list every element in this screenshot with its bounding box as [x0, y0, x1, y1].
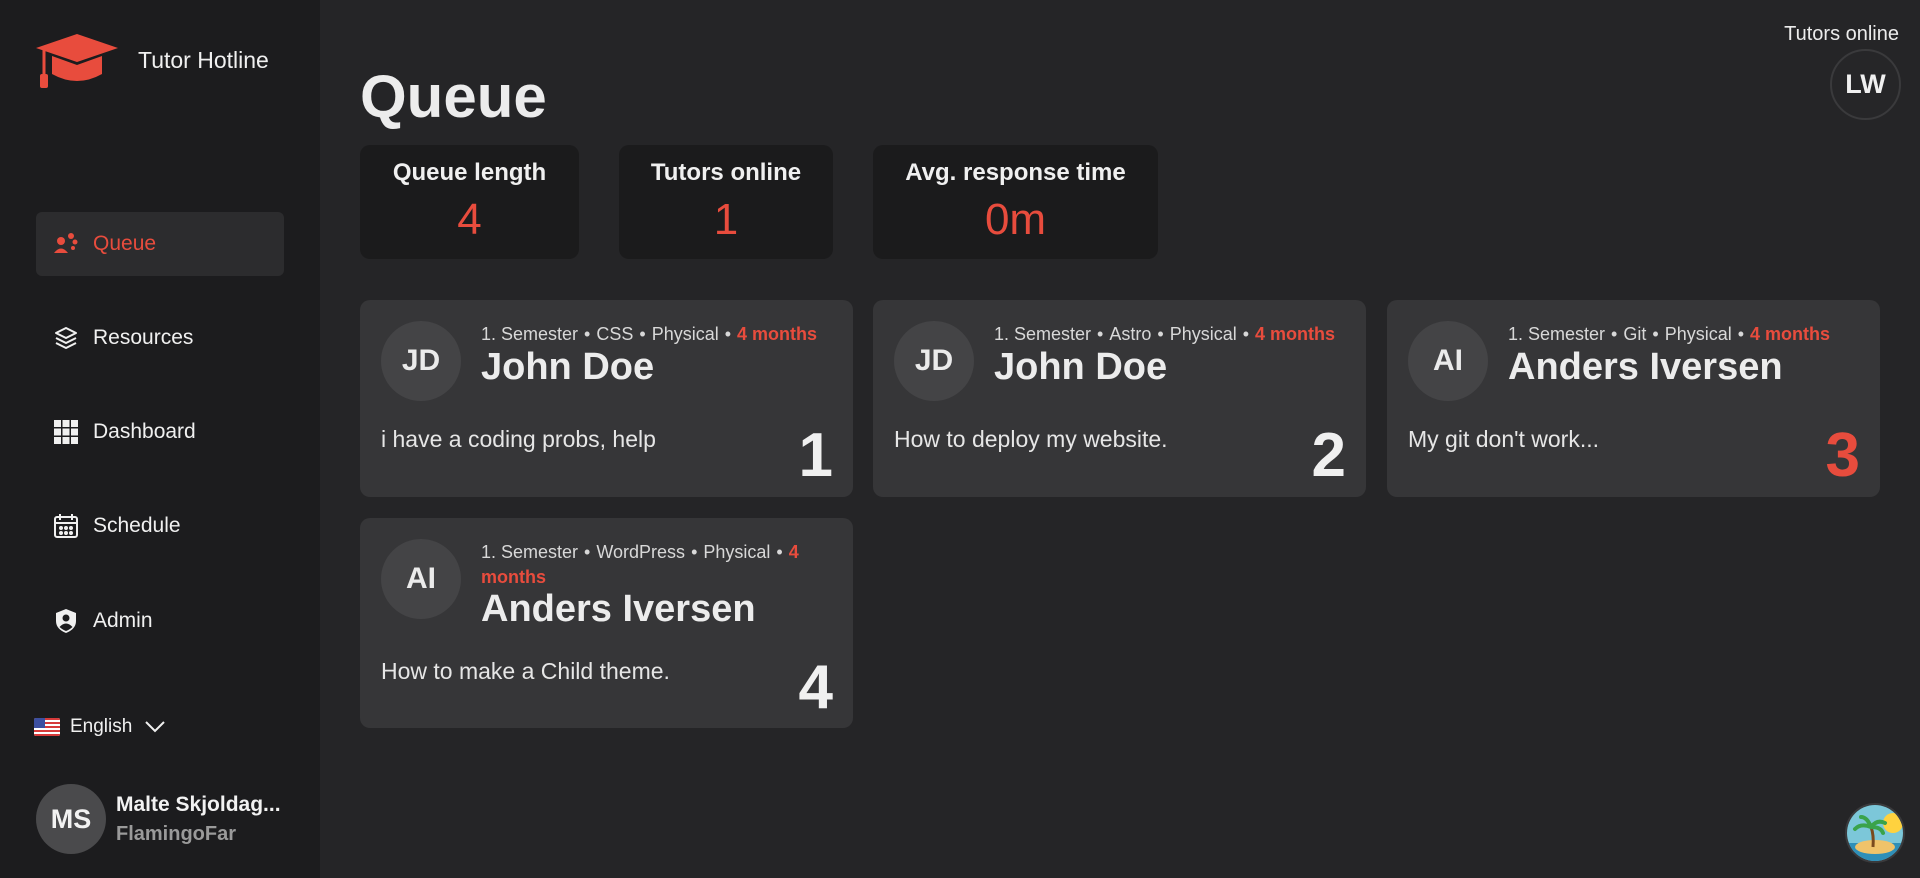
stat-label: Queue length: [392, 159, 547, 186]
page-title: Queue: [360, 63, 547, 130]
nav-label: Queue: [93, 232, 157, 255]
user-name: Malte Skjoldag...: [116, 792, 281, 816]
stat-label: Tutors online: [650, 159, 802, 186]
brand-name: Tutor Hotline: [138, 46, 269, 73]
palm-island-icon: [1847, 805, 1903, 861]
nav-label: Resources: [93, 326, 194, 349]
nav-item-queue[interactable]: Queue: [36, 212, 284, 276]
queue-position: 1: [798, 421, 833, 490]
app-root: Tutor Hotline Queue Resources Dashboard …: [0, 0, 1920, 878]
queue-position: 4: [798, 653, 833, 722]
semester: 1. Semester: [1508, 324, 1606, 344]
brand[interactable]: Tutor Hotline: [34, 32, 269, 92]
online-tutor-avatar[interactable]: LW: [1830, 49, 1901, 120]
stat-value: 1: [713, 195, 739, 244]
shield-user-icon: [53, 608, 79, 634]
ticket-meta: 1. Semester • Astro • Physical • 4 months: [994, 324, 1336, 344]
semester: 1. Semester: [481, 324, 579, 344]
avatar: AI: [381, 539, 461, 619]
age: 4 months: [737, 324, 818, 344]
semester: 1. Semester: [481, 542, 579, 562]
avatar: MS: [36, 784, 106, 854]
question-text: How to deploy my website.: [894, 426, 1168, 452]
student-name: John Doe: [994, 346, 1168, 388]
tutors-online-label: Tutors online: [1784, 23, 1899, 45]
ticket-meta: 1. Semester • CSS • Physical • 4 months: [481, 324, 818, 344]
question-text: How to make a Child theme.: [381, 658, 670, 684]
sidebar: Tutor Hotline Queue Resources Dashboard …: [0, 0, 320, 878]
avatar: JD: [381, 321, 461, 401]
avatar: AI: [1408, 321, 1488, 401]
island-app-button[interactable]: [1845, 803, 1905, 863]
nav-item-resources[interactable]: Resources: [36, 306, 284, 370]
stat-tutors-online: Tutors online 1: [619, 145, 833, 259]
queue-people-icon: [53, 231, 79, 257]
nav-label: Schedule: [93, 514, 181, 537]
student-name: John Doe: [481, 346, 655, 388]
grid-icon: [53, 419, 79, 445]
graduation-cap-icon: [36, 34, 118, 88]
mode: Physical: [651, 324, 719, 344]
language-selector[interactable]: English: [34, 716, 166, 738]
calendar-icon: [53, 513, 79, 539]
nav-item-dashboard[interactable]: Dashboard: [36, 400, 284, 464]
question-text: i have a coding probs, help: [381, 426, 656, 452]
stat-queue-length: Queue length 4: [360, 145, 579, 259]
topic: WordPress: [596, 542, 686, 562]
nav-item-admin[interactable]: Admin: [36, 589, 284, 653]
stat-label: Avg. response time: [905, 159, 1126, 186]
queue-card[interactable]: AI 1. Semester • Git • Physical • 4 months And…: [1387, 300, 1880, 497]
mode: Physical: [1664, 324, 1732, 344]
avatar: JD: [894, 321, 974, 401]
topic: Git: [1623, 324, 1647, 344]
topic: Astro: [1109, 324, 1152, 344]
student-name: Anders Iversen: [481, 588, 756, 630]
queue-position: 2: [1311, 421, 1346, 490]
question-text: My git don't work...: [1408, 426, 1600, 452]
stat-value: 4: [457, 195, 482, 244]
topic: CSS: [596, 324, 634, 344]
layers-icon: [53, 325, 79, 351]
stat-value: 0m: [984, 195, 1047, 244]
nav-label: Dashboard: [93, 420, 196, 443]
queue-card[interactable]: JD 1. Semester • Astro • Physical • 4 months J…: [873, 300, 1366, 497]
semester: 1. Semester: [994, 324, 1092, 344]
queue-card[interactable]: JD 1. Semester • CSS • Physical • 4 months Joh…: [360, 300, 853, 497]
nav-item-schedule[interactable]: Schedule: [36, 494, 284, 558]
queue-card[interactable]: AI 1. Semester • WordPress • Physical • 4 mont…: [360, 518, 853, 728]
stat-avg-response-time: Avg. response time 0m: [873, 145, 1158, 259]
nav-label: Admin: [93, 609, 153, 632]
ticket-meta: 1. Semester • Git • Physical • 4 months: [1508, 324, 1831, 344]
language-label: English: [70, 716, 133, 737]
chevron-down-icon: [145, 721, 166, 733]
student-name: Anders Iversen: [1508, 346, 1783, 388]
ticket-meta: 1. Semester • WordPress • Physical • 4 months: [481, 542, 799, 587]
queue-position: 3: [1825, 421, 1860, 490]
mode: Physical: [1169, 324, 1237, 344]
current-user[interactable]: MS Malte Skjoldag... FlamingoFar: [36, 784, 281, 854]
mode: Physical: [703, 542, 771, 562]
us-flag-icon: [34, 718, 60, 736]
age: 4 months: [1750, 324, 1831, 344]
user-handle: FlamingoFar: [116, 822, 237, 845]
age: 4 months: [1255, 324, 1336, 344]
